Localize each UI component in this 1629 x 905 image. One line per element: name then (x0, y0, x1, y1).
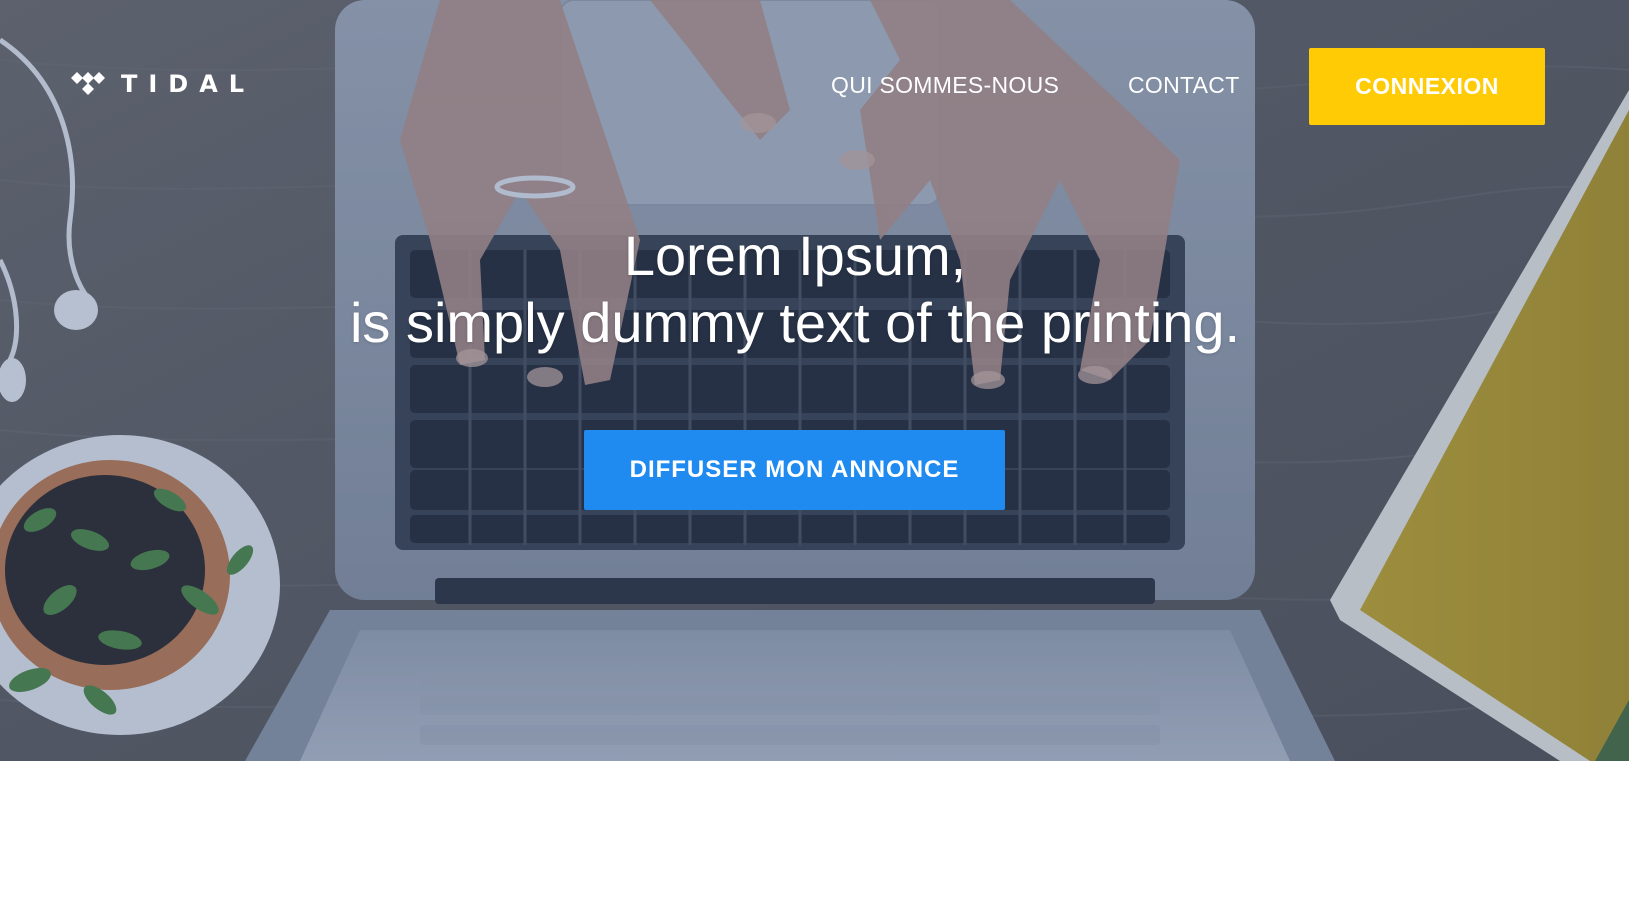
site-header: TIDAL QUI SOMMES-NOUS CONTACT CONNEXION (0, 0, 1629, 172)
login-button[interactable]: CONNEXION (1309, 48, 1545, 125)
hero-headline-line-1: Lorem Ipsum, (623, 224, 967, 287)
logo-text: TIDAL (121, 70, 256, 98)
tidal-logo-icon (71, 72, 105, 95)
hero-headline: Lorem Ipsum, is simply dummy text of the… (0, 222, 1590, 356)
nav-link-contact[interactable]: CONTACT (1128, 72, 1240, 99)
nav-link-about[interactable]: QUI SOMMES-NOUS (831, 72, 1059, 99)
post-ad-button[interactable]: DIFFUSER MON ANNONCE (584, 430, 1005, 510)
hero-headline-line-2: is simply dummy text of the printing. (349, 291, 1241, 354)
hero-section: TIDAL QUI SOMMES-NOUS CONTACT CONNEXION … (0, 0, 1629, 761)
tidal-logo[interactable]: TIDAL (71, 70, 255, 98)
